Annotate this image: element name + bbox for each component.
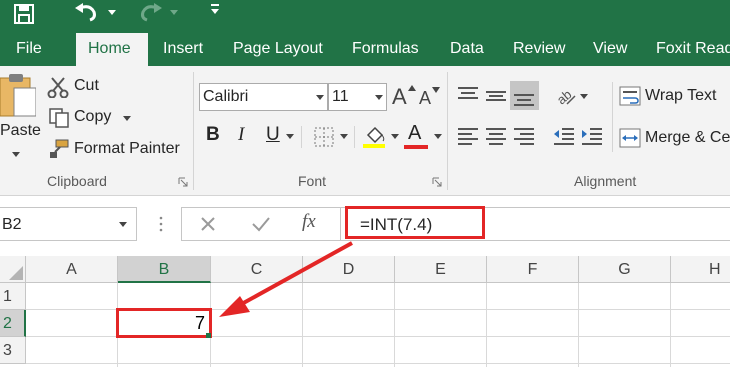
annotation-arrow [219,241,353,317]
